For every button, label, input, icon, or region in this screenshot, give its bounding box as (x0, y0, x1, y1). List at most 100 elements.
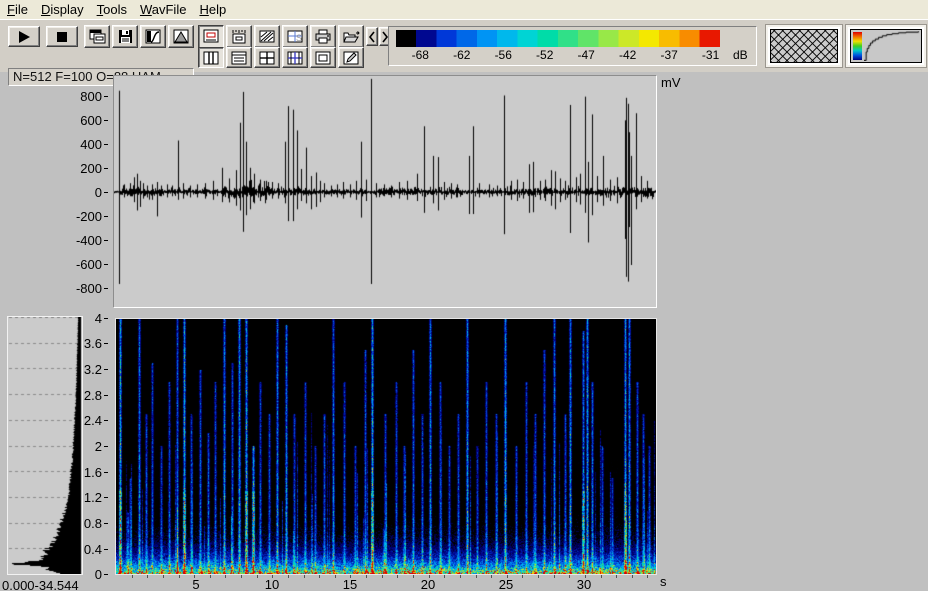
tick-mark (104, 523, 108, 524)
menu-wavfile[interactable]: WavFile (134, 1, 192, 18)
spec-ytick: 0.8 (84, 516, 102, 531)
spec-ytick: 2.8 (84, 388, 102, 403)
waveform-ytick: -200 (76, 209, 102, 224)
open-folder-icon (343, 30, 360, 44)
stop-icon (55, 30, 69, 44)
prev-button[interactable] (366, 27, 378, 46)
tick-mark (104, 395, 108, 396)
db-tick-label: -37 (660, 48, 677, 62)
spec-xtick: 10 (265, 577, 279, 591)
db-unit-label: dB (733, 48, 748, 62)
waveform-ytick: 0 (95, 185, 102, 200)
tick-mark (104, 549, 108, 550)
cascade-windows-button[interactable] (84, 25, 110, 48)
layout-window-icon (315, 51, 331, 65)
pencil-icon (343, 51, 359, 65)
db-tick-label: -42 (619, 48, 636, 62)
menu-file[interactable]: File (1, 1, 34, 18)
hatch-region-icon (259, 29, 275, 44)
transfer-curve-display (850, 29, 922, 63)
spec-ytick: 2.4 (84, 413, 102, 428)
print-icon (315, 29, 331, 44)
stop-button[interactable] (46, 26, 78, 47)
waveform-ytick: 200 (80, 161, 102, 176)
menu-help[interactable]: Help (193, 1, 232, 18)
spec-ytick: 3.6 (84, 336, 102, 351)
spec-ytick: 3.2 (84, 362, 102, 377)
layout-grid-button[interactable] (254, 47, 280, 68)
ruler-icon (231, 29, 247, 44)
waveform-ytick: -600 (76, 257, 102, 272)
tick-mark (104, 472, 108, 473)
grid-s-button[interactable]: S (282, 25, 308, 48)
transfer-curve-button[interactable] (140, 25, 166, 48)
spec-ytick: 0.4 (84, 542, 102, 557)
spec-xtick: 25 (499, 577, 513, 591)
spectrogram-display-panel (115, 318, 657, 575)
layout-vbars-button[interactable] (198, 47, 224, 68)
menu-tools[interactable]: Tools (91, 1, 133, 18)
spectrogram-app-window: File Display Tools WavFile Help (0, 0, 928, 591)
annotate-button[interactable] (338, 47, 364, 68)
play-button[interactable] (8, 26, 40, 47)
tick-mark (104, 240, 108, 241)
menu-display[interactable]: Display (35, 1, 90, 18)
db-tick-label: -31 (702, 48, 719, 62)
tick-mark (104, 420, 108, 421)
waveform-plot (114, 76, 656, 307)
spectrogram-x-axis: 5 10 15 20 25 30 (0, 577, 928, 591)
tick-mark (104, 144, 108, 145)
tick-mark (104, 264, 108, 265)
spectrum-peak-button[interactable] (168, 25, 194, 48)
ruler-button[interactable] (226, 25, 252, 48)
avg-spectrum-panel (7, 316, 83, 575)
save-floppy-icon (118, 29, 133, 44)
layout-hlines-button[interactable] (226, 47, 252, 68)
spec-xtick: 20 (421, 577, 435, 591)
layout-grid-cross-button[interactable] (282, 47, 308, 68)
waveform-ytick: -800 (76, 281, 102, 296)
waveform-ytick: 800 (80, 89, 102, 104)
db-scale-labels: -68 -62 -56 -52 -47 -42 -37 -31 (396, 48, 720, 62)
waveform-display-button[interactable] (198, 25, 224, 48)
tick-mark (104, 192, 108, 193)
tick-mark (104, 216, 108, 217)
grid-s-icon: S (287, 29, 303, 44)
spec-ytick: 1.2 (84, 490, 102, 505)
chevron-left-icon (368, 31, 376, 43)
time-range-label: 0.000-34.544 (2, 578, 79, 591)
scan-pattern-panel (766, 25, 842, 67)
spec-xtick: 30 (577, 577, 591, 591)
tick-mark (104, 288, 108, 289)
tick-mark (104, 120, 108, 121)
tick-mark (104, 343, 108, 344)
waveform-display-panel (113, 75, 657, 308)
waveform-display-icon (203, 29, 219, 44)
spec-xtick: 15 (343, 577, 357, 591)
tick-mark (104, 497, 108, 498)
waveform-ytick: 600 (80, 113, 102, 128)
crosshatch-pattern (770, 29, 838, 63)
layout-vbars-icon (203, 51, 219, 65)
tick-mark (104, 168, 108, 169)
save-button[interactable] (112, 25, 138, 48)
cascade-windows-icon (89, 29, 106, 44)
menu-bar: File Display Tools WavFile Help (0, 0, 928, 20)
spectrum-peak-icon (173, 29, 189, 44)
open-file-button[interactable] (338, 25, 364, 48)
hatch-region-button[interactable] (254, 25, 280, 48)
db-tick-label: -56 (495, 48, 512, 62)
layout-hlines-icon (231, 51, 247, 65)
gain-curve-plot (864, 31, 920, 61)
avg-spectrum-plot (8, 317, 82, 574)
waveform-y-axis: 800 600 400 200 0 -200 -400 -600 -800 (58, 89, 108, 295)
layout-window-button[interactable] (310, 47, 336, 68)
tick-mark (104, 318, 108, 319)
tick-mark (104, 446, 108, 447)
waveform-unit-label: mV (661, 75, 681, 90)
db-tick-label: -62 (453, 48, 470, 62)
spectrogram-xunit-label: s (660, 574, 667, 589)
print-button[interactable] (310, 25, 336, 48)
spec-ytick: 4 (95, 311, 102, 326)
waveform-ytick: -400 (76, 233, 102, 248)
